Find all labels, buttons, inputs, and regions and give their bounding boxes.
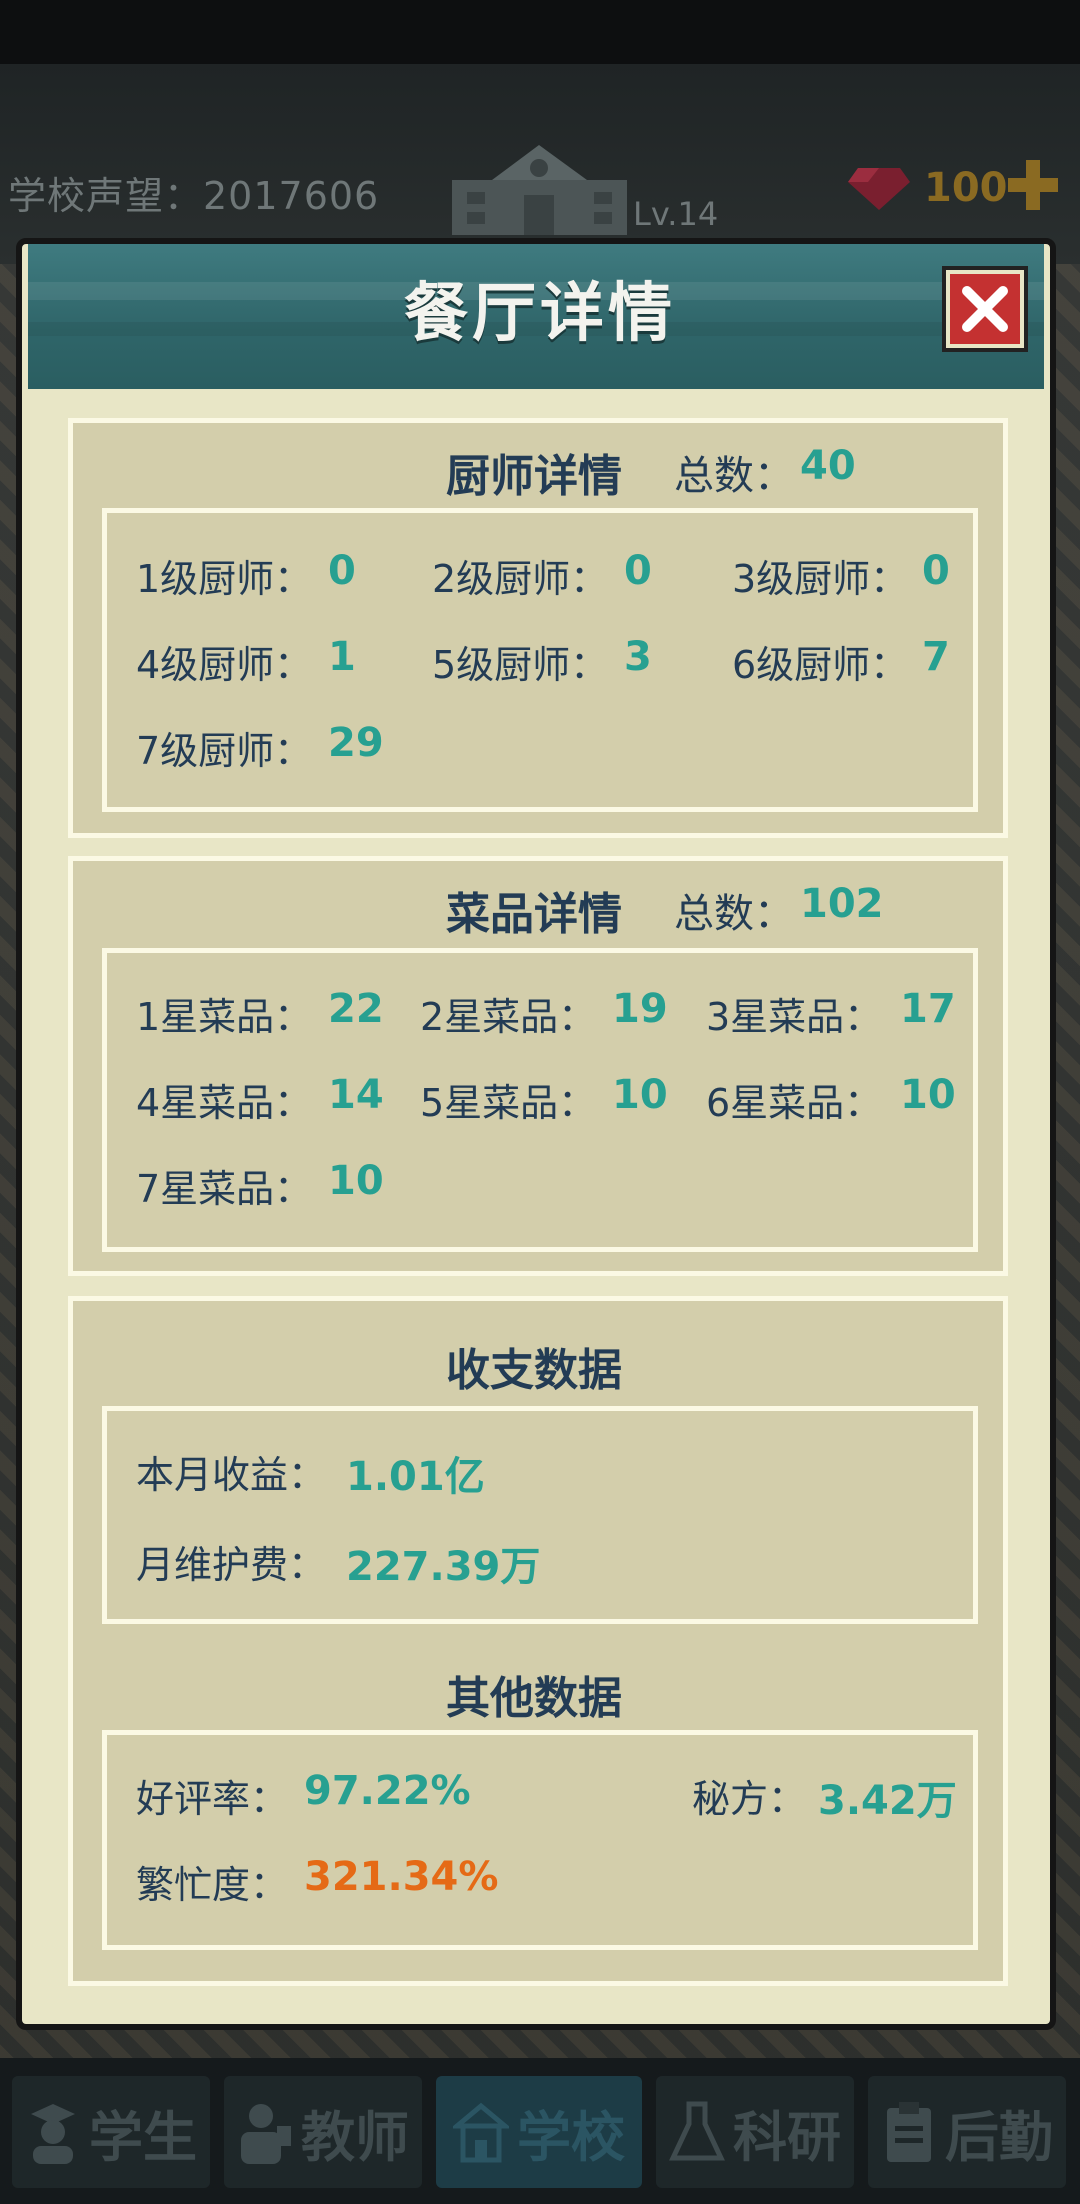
dish-star-label: 5星菜品： (420, 1081, 597, 1125)
dish-total-label: 总数： (674, 891, 794, 937)
finance-section-title: 收支数据 (446, 1345, 622, 1396)
dish-star-value: 22 (328, 986, 384, 1032)
chef-level-label: 5级厨师： (432, 643, 609, 687)
close-button[interactable] (942, 266, 1028, 352)
dish-total-value: 102 (800, 881, 884, 927)
tab-logistics[interactable]: 后勤 (868, 2076, 1066, 2188)
chef-level-label: 7级厨师： (136, 729, 313, 773)
dish-star-label: 2星菜品： (420, 995, 597, 1039)
dish-star-label: 3星菜品： (706, 995, 883, 1039)
rating-value: 97.22% (304, 1768, 471, 1814)
chef-level-value: 1 (328, 634, 356, 680)
monthly-income-value: 1.01亿 (346, 1454, 485, 1500)
monthly-upkeep-value: 227.39万 (346, 1544, 541, 1590)
chef-total-label: 总数： (674, 453, 794, 499)
other-box (102, 1730, 978, 1950)
chef-level-value: 0 (624, 548, 652, 594)
student-icon (31, 2104, 75, 2164)
tab-teacher[interactable]: 教师 (224, 2076, 422, 2188)
dish-star-label: 4星菜品： (136, 1081, 313, 1125)
tab-school[interactable]: 学校 (436, 2076, 642, 2188)
tab-research-label: 科研 (733, 2105, 841, 2169)
chef-level-value: 3 (624, 634, 652, 680)
chef-level-value: 0 (328, 548, 356, 594)
dish-star-label: 7星菜品： (136, 1167, 313, 1211)
school-icon (453, 2102, 509, 2163)
tab-research[interactable]: 科研 (656, 2076, 854, 2188)
dish-star-value: 19 (612, 986, 668, 1032)
tab-school-label: 学校 (517, 2105, 625, 2169)
gem-icon (848, 168, 910, 210)
add-gems-button[interactable] (1008, 160, 1058, 210)
tab-teacher-label: 教师 (301, 2105, 409, 2169)
monthly-income-label: 本月收益： (136, 1453, 327, 1497)
dish-star-value: 14 (328, 1072, 384, 1118)
secret-recipe-label: 秘方： (692, 1777, 807, 1821)
secret-recipe-value: 3.42万 (818, 1778, 957, 1824)
chef-level-label: 1级厨师： (136, 557, 313, 601)
chef-section-title: 厨师详情 (446, 451, 622, 502)
flask-icon (669, 2101, 725, 2161)
dish-star-value: 17 (900, 986, 956, 1032)
dish-section-title: 菜品详情 (446, 889, 622, 940)
tab-student[interactable]: 学生 (12, 2076, 210, 2188)
tab-logistics-label: 后勤 (945, 2105, 1053, 2169)
clipboard-icon (887, 2102, 931, 2162)
dish-star-value: 10 (612, 1072, 668, 1118)
chef-level-label: 2级厨师： (432, 557, 609, 601)
school-level: Lv.14 (633, 195, 719, 233)
chef-level-value: 29 (328, 720, 384, 766)
busyness-value: 321.34% (304, 1854, 499, 1900)
busyness-label: 繁忙度： (136, 1863, 289, 1907)
chef-level-label: 6级厨师： (732, 643, 909, 687)
chef-total-value: 40 (800, 443, 856, 489)
chef-level-label: 4级厨师： (136, 643, 313, 687)
teacher-icon (241, 2104, 291, 2164)
dish-star-value: 10 (328, 1158, 384, 1204)
dialog-title: 餐厅详情 (404, 277, 676, 351)
chef-level-value: 0 (922, 548, 950, 594)
monthly-upkeep-label: 月维护费： (136, 1543, 327, 1587)
dish-star-label: 6星菜品： (706, 1081, 883, 1125)
tab-student-label: 学生 (89, 2105, 197, 2169)
dish-star-value: 10 (900, 1072, 956, 1118)
school-building-icon (452, 145, 627, 235)
rating-label: 好评率： (136, 1777, 289, 1821)
school-reputation: 学校声望：2017606 (8, 174, 380, 218)
chef-level-label: 3级厨师： (732, 557, 909, 601)
dish-star-label: 1星菜品： (136, 995, 313, 1039)
other-section-title: 其他数据 (446, 1673, 622, 1724)
gem-count: 100 (924, 165, 1008, 211)
chef-level-value: 7 (922, 634, 950, 680)
close-icon (962, 286, 1008, 332)
